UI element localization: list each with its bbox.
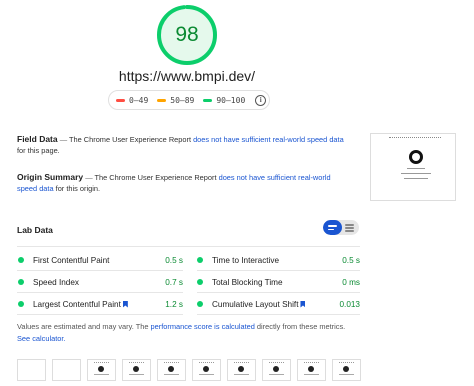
- metrics-view-toggle[interactable]: [323, 220, 359, 235]
- legend-item-average: 50–89: [157, 96, 194, 105]
- red-bar-icon: [116, 98, 125, 102]
- origin-summary-section: Origin Summary — The Chrome User Experie…: [17, 172, 331, 193]
- performance-score-link[interactable]: performance score is calculated: [151, 322, 255, 331]
- pass-dot-icon: [197, 301, 203, 307]
- filmstrip-frame: [17, 359, 46, 381]
- field-data-link[interactable]: does not have sufficient real-world spee…: [193, 135, 344, 144]
- filmstrip-frame: [297, 359, 326, 381]
- pass-dot-icon: [18, 279, 24, 285]
- orange-bar-icon: [157, 98, 167, 102]
- green-bar-icon: [203, 98, 213, 102]
- field-data-section: Field Data — The Chrome User Experience …: [17, 134, 344, 155]
- score-legend: 0–49 50–89 90–100 i: [108, 90, 270, 110]
- pass-dot-icon: [18, 301, 24, 307]
- filmstrip-frame: [332, 359, 361, 381]
- filmstrip-frame: [262, 359, 291, 381]
- lab-data-title: Lab Data: [17, 225, 53, 235]
- filmstrip-frame: [192, 359, 221, 381]
- legend-label: 50–89: [170, 95, 195, 105]
- legend-item-good: 90–100: [203, 96, 245, 105]
- estimate-note: Values are estimated and may vary. The p…: [17, 322, 346, 343]
- page-screenshot-thumbnail: [370, 133, 456, 201]
- legend-label: 90–100: [216, 95, 246, 105]
- calculator-link[interactable]: See calculator.: [17, 334, 65, 343]
- legend-item-poor: 0–49: [116, 96, 148, 105]
- metric-time-to-interactive: Time to Interactive 0.5 s: [197, 253, 360, 267]
- metric-first-contentful-paint: First Contentful Paint 0.5 s: [18, 253, 183, 267]
- bookmark-icon[interactable]: [122, 300, 128, 308]
- page-url: https://www.bmpi.dev/: [118, 68, 256, 84]
- score-value: 98: [175, 23, 199, 46]
- filmstrip-frame: [52, 359, 81, 381]
- pass-dot-icon: [197, 257, 203, 263]
- legend-label: 0–49: [129, 95, 149, 105]
- filmstrip-frame: [87, 359, 116, 381]
- divider: [17, 246, 360, 247]
- filmstrip-frame: [122, 359, 151, 381]
- field-data-title: Field Data: [17, 134, 58, 144]
- filmstrip-frame: [227, 359, 256, 381]
- detail-view-icon[interactable]: [342, 220, 359, 235]
- metric-speed-index: Speed Index 0.7 s: [18, 275, 183, 289]
- bookmark-icon[interactable]: [300, 300, 306, 308]
- pass-dot-icon: [197, 279, 203, 285]
- filmstrip: [17, 359, 367, 381]
- performance-score-gauge: 98: [156, 4, 218, 66]
- info-icon[interactable]: i: [255, 94, 267, 106]
- metric-cumulative-layout-shift: Cumulative Layout Shift 0.013: [197, 297, 360, 311]
- pass-dot-icon: [18, 257, 24, 263]
- filmstrip-frame: [157, 359, 186, 381]
- list-view-icon[interactable]: [323, 220, 342, 235]
- metric-total-blocking-time: Total Blocking Time 0 ms: [197, 275, 360, 289]
- metric-largest-contentful-paint: Largest Contentful Paint 1.2 s: [18, 297, 183, 311]
- origin-summary-title: Origin Summary: [17, 172, 84, 182]
